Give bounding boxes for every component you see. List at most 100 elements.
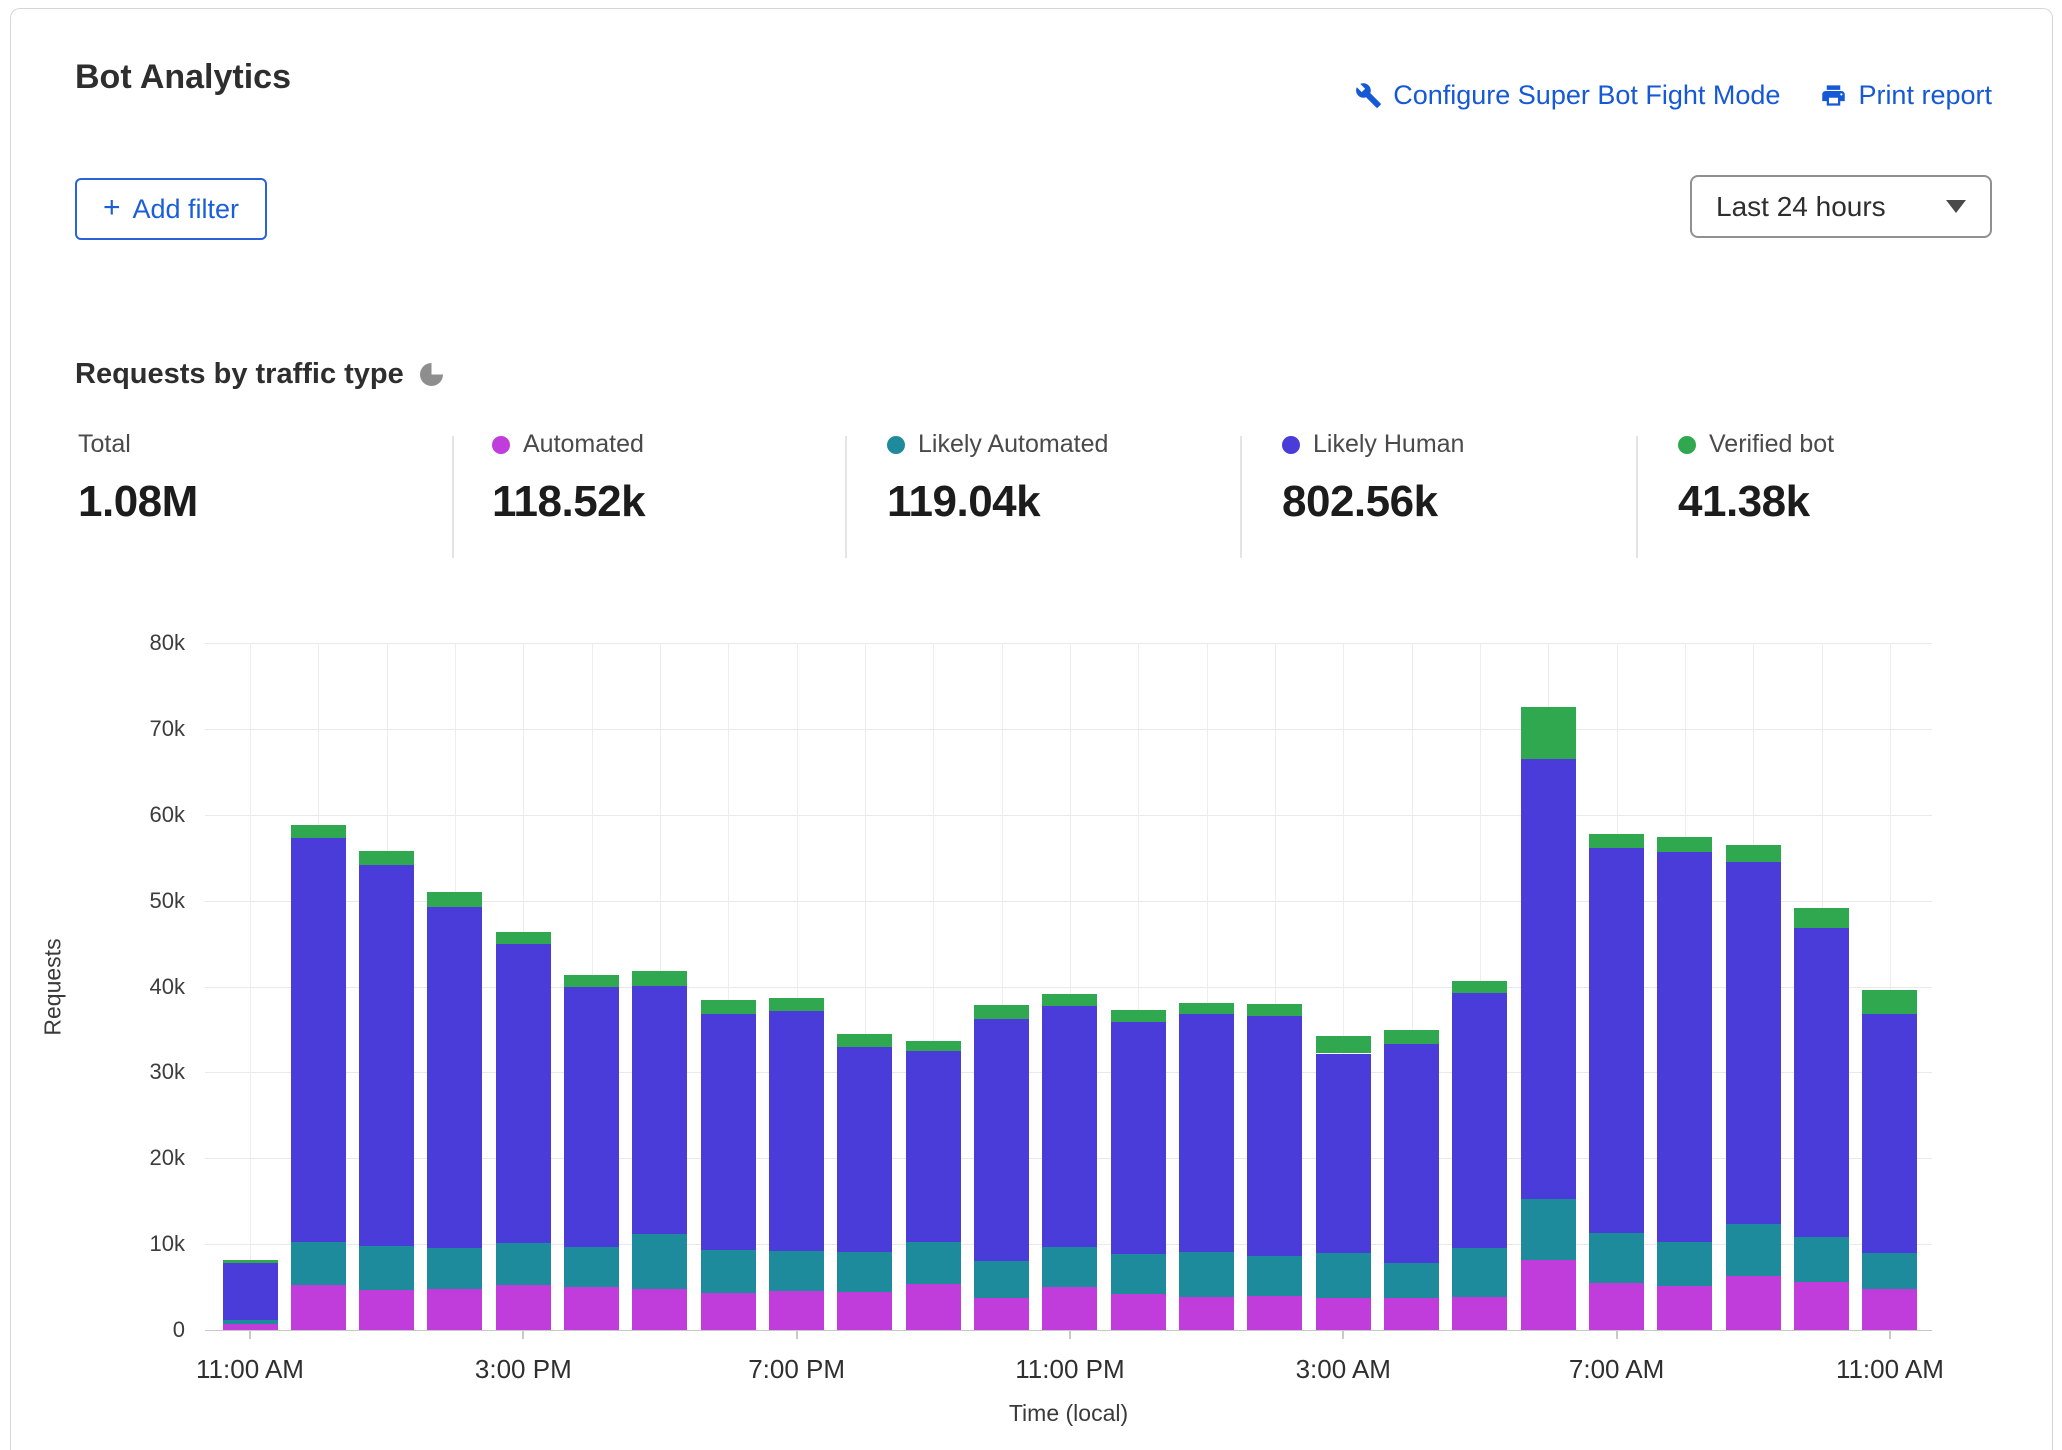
bar-segment-verified_bot-7-00-pm[interactable] (769, 998, 824, 1012)
bar-segment-likely_human-4-00-pm[interactable] (564, 987, 619, 1246)
bar-segment-likely_human-8-00-pm[interactable] (837, 1047, 892, 1252)
bar-segment-verified_bot-8-00-pm[interactable] (837, 1034, 892, 1047)
add-filter-button[interactable]: + Add filter (75, 178, 267, 240)
stat-likely-human[interactable]: Likely Human802.56k (1282, 430, 1464, 527)
bar-segment-likely_human-3-00-am[interactable] (1316, 1054, 1371, 1253)
bar-segment-likely_automated-4-00-am[interactable] (1384, 1263, 1439, 1298)
bar-segment-likely_automated-9-00-am[interactable] (1726, 1224, 1781, 1276)
bar-segment-verified_bot-11-00-pm[interactable] (1042, 994, 1097, 1006)
bar-segment-likely_automated-2-00-pm[interactable] (427, 1248, 482, 1289)
bar-segment-automated-5-00-am[interactable] (1452, 1297, 1507, 1330)
bar-segment-verified_bot-2-00-am[interactable] (1247, 1004, 1302, 1016)
stat-total[interactable]: Total1.08M (78, 430, 198, 527)
bar-segment-likely_human-11-00-am[interactable] (223, 1263, 278, 1320)
bar-segment-automated-2-00-am[interactable] (1247, 1296, 1302, 1330)
bar-segment-likely_automated-3-00-am[interactable] (1316, 1253, 1371, 1299)
bar-segment-likely_human-6-00-pm[interactable] (701, 1014, 756, 1250)
bar-segment-verified_bot-11-00-am[interactable] (223, 1260, 278, 1263)
bar-segment-likely_human-7-00-am[interactable] (1589, 848, 1644, 1233)
bar-segment-likely_automated-12-00-am[interactable] (1111, 1254, 1166, 1294)
bar-segment-likely_human-10-00-pm[interactable] (974, 1019, 1029, 1261)
bar-segment-likely_human-5-00-pm[interactable] (632, 986, 687, 1234)
bar-segment-automated-1-00-am[interactable] (1179, 1297, 1234, 1330)
bar-segment-verified_bot-4-00-pm[interactable] (564, 975, 619, 987)
bar-segment-likely_human-9-00-am[interactable] (1726, 862, 1781, 1224)
bar-segment-verified_bot-12-00-pm[interactable] (291, 825, 346, 838)
bar-segment-automated-8-00-pm[interactable] (837, 1292, 892, 1330)
bar-segment-likely_automated-3-00-pm[interactable] (496, 1243, 551, 1285)
bar-segment-likely_human-11-00-pm[interactable] (1042, 1006, 1097, 1246)
bar-segment-verified_bot-9-00-pm[interactable] (906, 1041, 961, 1050)
bar-segment-verified_bot-4-00-am[interactable] (1384, 1030, 1439, 1044)
bar-segment-verified_bot-11-00-am[interactable] (1862, 990, 1917, 1014)
bar-segment-verified_bot-8-00-am[interactable] (1657, 837, 1712, 852)
bar-segment-likely_automated-11-00-pm[interactable] (1042, 1247, 1097, 1287)
bar-segment-likely_automated-6-00-am[interactable] (1521, 1199, 1576, 1259)
bar-segment-verified_bot-3-00-pm[interactable] (496, 932, 551, 945)
bar-segment-likely_human-2-00-pm[interactable] (427, 907, 482, 1248)
bar-segment-likely_human-10-00-am[interactable] (1794, 928, 1849, 1237)
bar-segment-verified_bot-10-00-pm[interactable] (974, 1005, 1029, 1020)
bar-segment-automated-12-00-pm[interactable] (291, 1285, 346, 1330)
bar-segment-likely_automated-1-00-am[interactable] (1179, 1252, 1234, 1297)
bar-segment-likely_automated-7-00-pm[interactable] (769, 1251, 824, 1291)
bar-segment-automated-3-00-am[interactable] (1316, 1298, 1371, 1330)
bar-segment-likely_human-11-00-am[interactable] (1862, 1014, 1917, 1253)
bar-segment-automated-10-00-am[interactable] (1794, 1282, 1849, 1330)
bar-segment-automated-7-00-am[interactable] (1589, 1283, 1644, 1330)
bar-segment-likely_automated-10-00-am[interactable] (1794, 1237, 1849, 1282)
bar-segment-verified_bot-9-00-am[interactable] (1726, 845, 1781, 862)
bar-segment-automated-5-00-pm[interactable] (632, 1289, 687, 1330)
bar-segment-likely_human-1-00-pm[interactable] (359, 865, 414, 1245)
bar-segment-verified_bot-1-00-pm[interactable] (359, 851, 414, 866)
bar-segment-verified_bot-6-00-am[interactable] (1521, 707, 1576, 759)
bar-segment-likely_automated-9-00-pm[interactable] (906, 1242, 961, 1284)
bar-segment-verified_bot-12-00-am[interactable] (1111, 1010, 1166, 1022)
bar-segment-likely_human-3-00-pm[interactable] (496, 944, 551, 1243)
bar-segment-likely_human-12-00-pm[interactable] (291, 838, 346, 1242)
bar-segment-verified_bot-2-00-pm[interactable] (427, 892, 482, 907)
bar-segment-likely_human-12-00-am[interactable] (1111, 1022, 1166, 1255)
bar-segment-likely_human-2-00-am[interactable] (1247, 1016, 1302, 1256)
bar-segment-automated-11-00-am[interactable] (1862, 1289, 1917, 1330)
bar-segment-likely_automated-6-00-pm[interactable] (701, 1250, 756, 1293)
print-report-link[interactable]: Print report (1820, 80, 1992, 111)
bar-segment-automated-9-00-pm[interactable] (906, 1284, 961, 1330)
bar-segment-likely_automated-12-00-pm[interactable] (291, 1242, 346, 1286)
bar-segment-verified_bot-10-00-am[interactable] (1794, 908, 1849, 928)
bar-segment-automated-6-00-am[interactable] (1521, 1260, 1576, 1330)
bar-segment-likely_human-9-00-pm[interactable] (906, 1051, 961, 1242)
bar-segment-likely_automated-11-00-am[interactable] (1862, 1253, 1917, 1289)
bar-segment-likely_human-1-00-am[interactable] (1179, 1014, 1234, 1252)
stat-automated[interactable]: Automated118.52k (492, 430, 645, 527)
time-range-dropdown[interactable]: Last 24 hours (1690, 175, 1992, 238)
bar-segment-likely_automated-5-00-pm[interactable] (632, 1234, 687, 1289)
bar-segment-likely_automated-7-00-am[interactable] (1589, 1233, 1644, 1283)
bar-segment-verified_bot-5-00-pm[interactable] (632, 971, 687, 986)
bar-segment-automated-4-00-am[interactable] (1384, 1298, 1439, 1330)
bar-segment-likely_automated-5-00-am[interactable] (1452, 1248, 1507, 1297)
bar-segment-automated-6-00-pm[interactable] (701, 1293, 756, 1330)
bar-segment-automated-8-00-am[interactable] (1657, 1286, 1712, 1330)
bar-segment-automated-3-00-pm[interactable] (496, 1285, 551, 1330)
bar-segment-automated-7-00-pm[interactable] (769, 1291, 824, 1331)
bar-segment-verified_bot-6-00-pm[interactable] (701, 1000, 756, 1014)
bar-segment-likely_human-6-00-am[interactable] (1521, 759, 1576, 1200)
configure-super-bot-fight-mode-link[interactable]: Configure Super Bot Fight Mode (1355, 80, 1780, 111)
bar-segment-verified_bot-7-00-am[interactable] (1589, 834, 1644, 849)
stat-likely-automated[interactable]: Likely Automated119.04k (887, 430, 1108, 527)
bar-segment-verified_bot-5-00-am[interactable] (1452, 981, 1507, 993)
bar-segment-likely_automated-10-00-pm[interactable] (974, 1261, 1029, 1298)
bar-segment-verified_bot-1-00-am[interactable] (1179, 1003, 1234, 1014)
bar-segment-automated-9-00-am[interactable] (1726, 1276, 1781, 1330)
bar-segment-likely_automated-4-00-pm[interactable] (564, 1247, 619, 1287)
bar-segment-automated-1-00-pm[interactable] (359, 1290, 414, 1330)
bar-segment-likely_human-8-00-am[interactable] (1657, 852, 1712, 1242)
bar-segment-likely_human-5-00-am[interactable] (1452, 993, 1507, 1248)
bar-segment-likely_human-7-00-pm[interactable] (769, 1011, 824, 1251)
bar-segment-likely_human-4-00-am[interactable] (1384, 1044, 1439, 1263)
bar-segment-automated-10-00-pm[interactable] (974, 1298, 1029, 1330)
bar-segment-automated-4-00-pm[interactable] (564, 1287, 619, 1330)
bar-segment-likely_automated-8-00-pm[interactable] (837, 1252, 892, 1292)
bar-segment-automated-12-00-am[interactable] (1111, 1294, 1166, 1330)
